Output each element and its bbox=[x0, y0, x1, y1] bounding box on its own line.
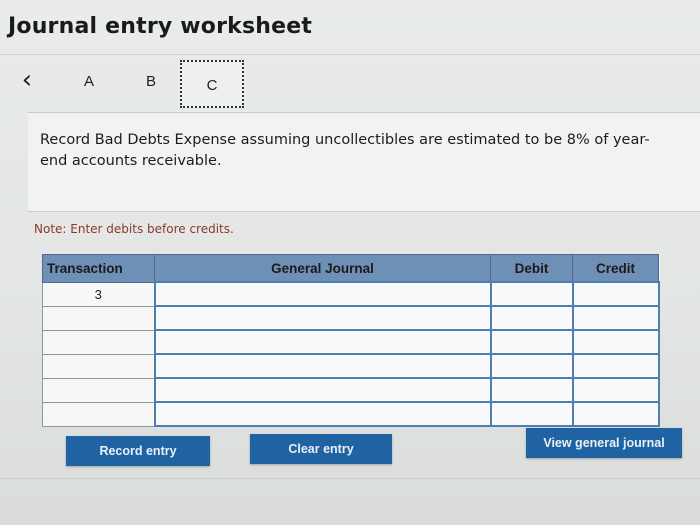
credit-input[interactable] bbox=[571, 377, 660, 403]
credit-input[interactable] bbox=[571, 401, 660, 427]
table-row bbox=[42, 305, 660, 331]
debit-input[interactable] bbox=[489, 353, 574, 379]
clear-entry-button[interactable]: Clear entry bbox=[250, 434, 392, 464]
divider bbox=[0, 54, 700, 55]
table-row: 3 bbox=[42, 281, 660, 307]
account-input[interactable] bbox=[153, 329, 492, 355]
instruction-text: Record Bad Debts Expense assuming uncoll… bbox=[40, 132, 650, 169]
journal-table: Transaction General Journal Debit Credit… bbox=[42, 254, 660, 427]
debit-input[interactable] bbox=[489, 281, 574, 307]
account-input[interactable] bbox=[153, 401, 492, 427]
table-row bbox=[42, 353, 660, 379]
debit-input[interactable] bbox=[489, 305, 574, 331]
account-input[interactable] bbox=[153, 281, 492, 307]
header-credit: Credit bbox=[572, 254, 659, 283]
record-entry-button[interactable]: Record entry bbox=[66, 436, 210, 466]
divider bbox=[0, 478, 700, 479]
debit-input[interactable] bbox=[489, 329, 574, 355]
transaction-cell bbox=[42, 401, 155, 427]
transaction-cell bbox=[42, 377, 155, 403]
header-general-journal: General Journal bbox=[154, 254, 491, 283]
credit-input[interactable] bbox=[571, 281, 660, 307]
transaction-cell bbox=[42, 353, 155, 379]
account-input[interactable] bbox=[153, 377, 492, 403]
chevron-left-icon[interactable]: ‹ bbox=[16, 66, 38, 94]
table-row bbox=[42, 401, 660, 427]
transaction-cell: 3 bbox=[42, 281, 155, 307]
header-transaction: Transaction bbox=[42, 254, 155, 283]
credit-input[interactable] bbox=[571, 305, 660, 331]
page-title: Journal entry worksheet bbox=[8, 14, 313, 39]
view-general-journal-button[interactable]: View general journal bbox=[526, 428, 682, 458]
transaction-cell bbox=[42, 305, 155, 331]
debit-input[interactable] bbox=[489, 401, 574, 427]
credit-input[interactable] bbox=[571, 329, 660, 355]
debit-input[interactable] bbox=[489, 377, 574, 403]
table-row bbox=[42, 329, 660, 355]
table-row bbox=[42, 377, 660, 403]
tab-c[interactable]: C bbox=[180, 60, 244, 108]
account-input[interactable] bbox=[153, 353, 492, 379]
tab-a[interactable]: A bbox=[70, 68, 108, 96]
transaction-cell bbox=[42, 329, 155, 355]
note-text: Note: Enter debits before credits. bbox=[34, 222, 234, 236]
tab-b[interactable]: B bbox=[132, 68, 170, 96]
credit-input[interactable] bbox=[571, 353, 660, 379]
header-debit: Debit bbox=[490, 254, 573, 283]
account-input[interactable] bbox=[153, 305, 492, 331]
